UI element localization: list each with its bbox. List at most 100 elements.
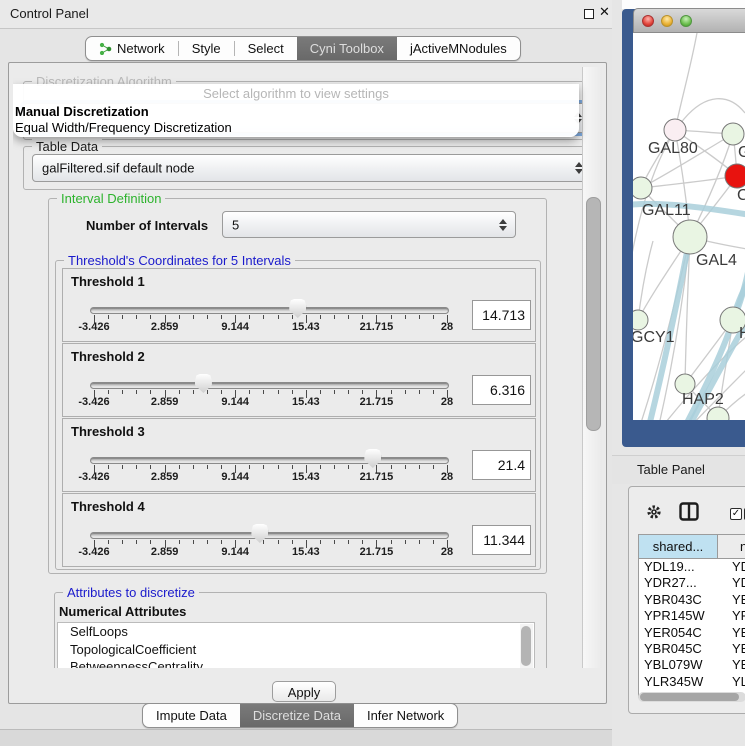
cell-shared-name[interactable]: YPR145W bbox=[639, 608, 718, 624]
slider-track[interactable] bbox=[90, 307, 449, 314]
cell-name[interactable]: YPR1 bbox=[718, 608, 745, 624]
threshold-value-field[interactable]: 11.344 bbox=[472, 525, 531, 555]
slider-handle[interactable] bbox=[364, 449, 381, 468]
cell-shared-name[interactable]: YDR27... bbox=[639, 575, 718, 591]
threshold-value-field[interactable]: 21.4 bbox=[472, 450, 531, 480]
cell-name[interactable]: YDL1 bbox=[718, 559, 745, 575]
table-data-combo[interactable]: galFiltered.sif default node bbox=[32, 154, 592, 182]
tab-cyni-toolbox[interactable]: Cyni Toolbox bbox=[297, 37, 397, 60]
network-node[interactable] bbox=[633, 310, 648, 330]
tick-mark bbox=[348, 540, 349, 544]
network-window-titlebar[interactable] bbox=[633, 8, 745, 33]
tick-mark bbox=[419, 390, 420, 394]
tab-label: Select bbox=[248, 41, 284, 56]
tick-mark bbox=[419, 540, 420, 544]
network-node[interactable] bbox=[722, 123, 744, 145]
cell-shared-name[interactable]: YLR345W bbox=[639, 674, 718, 690]
table-row[interactable]: YLR345WYLR3 bbox=[639, 674, 745, 690]
tab-label: Impute Data bbox=[156, 708, 227, 723]
numerical-attributes-list[interactable]: SelfLoopsTopologicalCoefficientBetweenne… bbox=[57, 622, 535, 668]
tab-impute-data[interactable]: Impute Data bbox=[143, 704, 240, 727]
slider-track[interactable] bbox=[90, 457, 449, 464]
tick-mark bbox=[108, 315, 109, 319]
table-row[interactable]: YER054CYER0 bbox=[639, 625, 745, 641]
cell-name[interactable]: YBL0 bbox=[718, 657, 745, 673]
tab-style[interactable]: Style bbox=[179, 37, 234, 60]
float-window-icon[interactable] bbox=[584, 9, 594, 19]
minimize-traffic-light[interactable] bbox=[661, 15, 673, 27]
table-row[interactable]: YPR145WYPR1 bbox=[639, 608, 745, 624]
threshold-value-field[interactable]: 14.713 bbox=[472, 300, 531, 330]
tab-select[interactable]: Select bbox=[235, 37, 297, 60]
group-title: Interval Definition bbox=[57, 191, 165, 206]
settings-scrollbar[interactable] bbox=[582, 67, 602, 668]
slider-handle[interactable] bbox=[195, 374, 212, 393]
node-table[interactable]: shared...n YDL19...YDL1YDR27...YDR2YBR04… bbox=[638, 534, 745, 698]
close-icon[interactable]: ✕ bbox=[599, 4, 610, 20]
gear-icon[interactable] bbox=[646, 504, 662, 525]
slider-handle[interactable] bbox=[251, 524, 268, 543]
dropdown-placeholder-item[interactable]: Select algorithm to view settings bbox=[13, 84, 579, 104]
tick-mark bbox=[108, 390, 109, 394]
cell-name[interactable]: YLR3 bbox=[718, 674, 745, 690]
tick-mark bbox=[362, 540, 363, 544]
node-label: HAP2 bbox=[682, 391, 724, 408]
column-header-name[interactable]: n bbox=[718, 535, 745, 559]
slider-track[interactable] bbox=[90, 532, 449, 539]
network-node[interactable] bbox=[633, 177, 652, 199]
scrollbar-thumb[interactable] bbox=[640, 693, 739, 701]
tick-mark bbox=[263, 390, 264, 394]
table-horizontal-scrollbar[interactable] bbox=[638, 692, 745, 702]
attribute-list-item[interactable]: TopologicalCoefficient bbox=[58, 641, 534, 659]
cell-shared-name[interactable]: YDL19... bbox=[639, 559, 718, 575]
cell-name[interactable]: YBR0 bbox=[718, 641, 745, 657]
cell-shared-name[interactable]: YBR045C bbox=[639, 641, 718, 657]
table-row[interactable]: YBL079WYBL0 bbox=[639, 657, 745, 673]
network-node[interactable] bbox=[673, 220, 707, 254]
cell-name[interactable]: YDR2 bbox=[718, 575, 745, 591]
tick-mark bbox=[391, 315, 392, 319]
node-label: GAL11 bbox=[642, 202, 691, 219]
attributes-list-scrollbar[interactable] bbox=[520, 624, 533, 668]
cell-name[interactable]: YBR0 bbox=[718, 592, 745, 608]
tick-mark bbox=[278, 465, 279, 469]
table-row[interactable]: YBR045CYBR0 bbox=[639, 641, 745, 657]
table-row[interactable]: YBR043CYBR0 bbox=[639, 592, 745, 608]
threshold-2-box: Threshold 2 6.316 -3.4262.8599.14415.432… bbox=[62, 343, 536, 417]
tick-mark bbox=[263, 540, 264, 544]
columns-icon[interactable] bbox=[679, 502, 700, 527]
tab-network[interactable]: Network bbox=[86, 37, 178, 60]
tab-discretize-data[interactable]: Discretize Data bbox=[240, 704, 354, 727]
cell-shared-name[interactable]: YBL079W bbox=[639, 657, 718, 673]
num-intervals-combo[interactable]: 5 bbox=[222, 211, 516, 238]
close-traffic-light[interactable] bbox=[642, 15, 654, 27]
cell-shared-name[interactable]: YBR043C bbox=[639, 592, 718, 608]
network-canvas[interactable]: GAL80GCGAL11GAL4GCY1HHAP2 bbox=[633, 33, 745, 420]
tab-infer-network[interactable]: Infer Network bbox=[354, 704, 457, 727]
network-edge bbox=[641, 176, 737, 188]
slider-track[interactable] bbox=[90, 382, 449, 389]
table-row[interactable]: YDL19...YDL1 bbox=[639, 559, 745, 575]
attribute-list-item[interactable]: SelfLoops bbox=[58, 623, 534, 641]
network-node[interactable] bbox=[725, 164, 745, 188]
table-row[interactable]: YDR27...YDR2 bbox=[639, 575, 745, 591]
table-data-value: galFiltered.sif default node bbox=[42, 161, 194, 176]
apply-button[interactable]: Apply bbox=[272, 681, 336, 702]
cell-shared-name[interactable]: YER054C bbox=[639, 625, 718, 641]
algorithm-dropdown-popup: Select algorithm to view settings Manual… bbox=[13, 84, 579, 137]
scrollbar-thumb[interactable] bbox=[586, 197, 601, 431]
cell-name[interactable]: YER0 bbox=[718, 625, 745, 641]
threshold-value-field[interactable]: 6.316 bbox=[472, 375, 531, 405]
zoom-traffic-light[interactable] bbox=[680, 15, 692, 27]
network-node[interactable] bbox=[664, 119, 686, 141]
node-label: H bbox=[739, 325, 745, 342]
dropdown-item[interactable]: Manual Discretization bbox=[13, 104, 579, 120]
dropdown-item[interactable]: Equal Width/Frequency Discretization bbox=[13, 120, 579, 136]
tick-mark bbox=[179, 315, 180, 319]
attribute-list-item[interactable]: BetweennessCentrality bbox=[58, 658, 534, 668]
checkbox-icon[interactable]: ✓ bbox=[730, 508, 742, 520]
tab-jactivemnodules[interactable]: jActiveMNodules bbox=[397, 37, 520, 60]
tick-mark bbox=[122, 390, 123, 394]
column-header-shared[interactable]: shared... bbox=[639, 535, 718, 559]
tick-mark bbox=[348, 315, 349, 319]
